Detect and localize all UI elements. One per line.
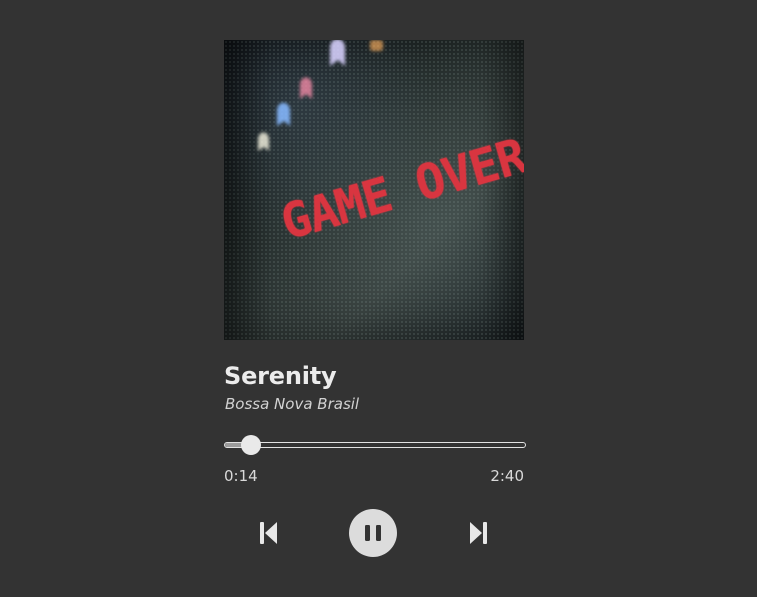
track-artist: Bossa Nova Brasil <box>225 395 360 413</box>
seek-track[interactable] <box>224 442 526 448</box>
music-player: GAME OVER Serenity Bossa Nova Brasil 0:1… <box>224 40 526 557</box>
next-button[interactable] <box>467 517 489 549</box>
cover-title-text: GAME OVER <box>275 128 524 251</box>
pause-button[interactable] <box>349 509 397 557</box>
previous-button[interactable] <box>258 517 280 549</box>
current-time: 0:14 <box>224 467 258 485</box>
skip-next-icon <box>470 522 487 544</box>
track-title: Serenity <box>224 362 337 390</box>
time-row: 0:14 2:40 <box>224 467 524 485</box>
playback-controls <box>224 509 526 557</box>
album-cover: GAME OVER <box>224 40 524 340</box>
seek-thumb[interactable] <box>241 435 262 455</box>
pause-icon <box>365 525 381 541</box>
seek-slider[interactable] <box>224 435 526 455</box>
album-cover-art: GAME OVER <box>258 40 524 251</box>
duration: 2:40 <box>490 467 524 485</box>
skip-previous-icon <box>260 522 277 544</box>
